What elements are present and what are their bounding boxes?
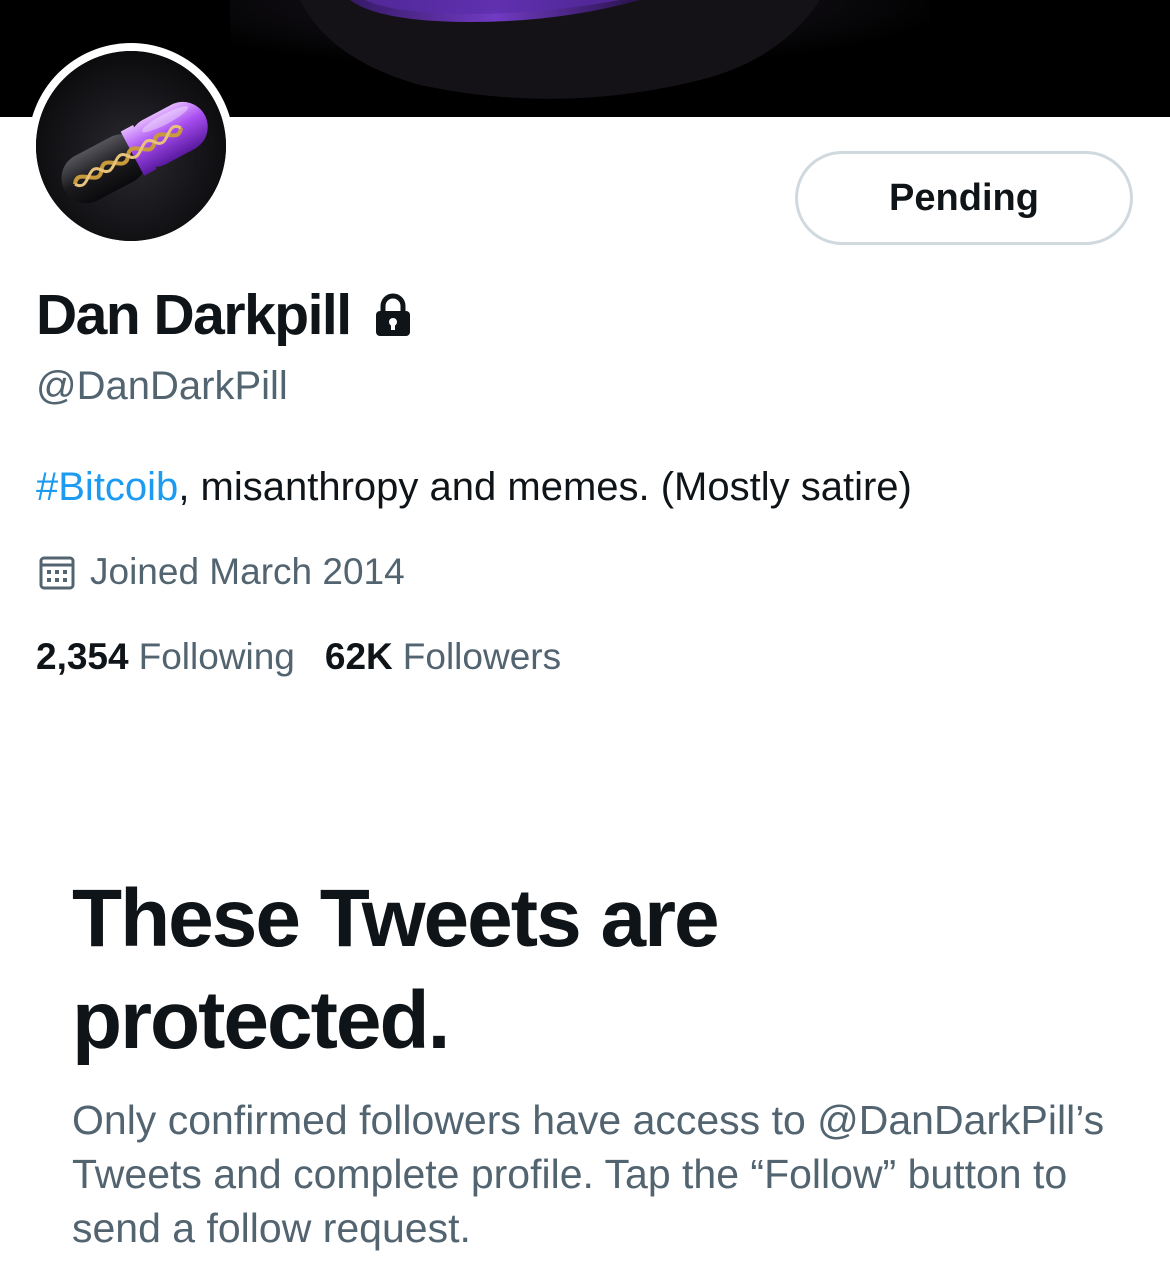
- pending-follow-button[interactable]: Pending: [795, 151, 1133, 245]
- joined-date-row: Joined March 2014: [38, 549, 405, 595]
- protected-notice-description: Only confirmed followers have access to …: [72, 1097, 1105, 1251]
- follow-stats: 2,354 Following 62K Followers: [36, 634, 561, 680]
- pending-button-label: Pending: [889, 176, 1039, 219]
- followers-count: 62K: [324, 636, 393, 677]
- avatar-pill-image: [36, 51, 226, 241]
- avatar[interactable]: [28, 43, 234, 249]
- following-stat-link[interactable]: 2,354 Following: [36, 636, 295, 678]
- profile-bio: #Bitcoib, misanthropy and memes. (Mostly…: [36, 465, 912, 510]
- following-label: Following: [138, 636, 295, 677]
- profile-name-row: Dan Darkpill: [36, 280, 413, 350]
- calendar-icon: [38, 553, 76, 591]
- joined-date-text: Joined March 2014: [90, 551, 405, 592]
- bio-hashtag-link[interactable]: #Bitcoib: [36, 465, 178, 509]
- display-name: Dan Darkpill: [36, 283, 352, 347]
- following-count: 2,354: [36, 636, 129, 677]
- profile-handle: @DanDarkPill: [36, 364, 288, 408]
- bio-text: , misanthropy and memes. (Mostly satire): [178, 465, 912, 509]
- protected-notice-title: These Tweets are protected.: [72, 873, 720, 1066]
- followers-stat-link[interactable]: 62K Followers: [325, 636, 561, 678]
- followers-label: Followers: [402, 636, 562, 677]
- lock-icon: [373, 293, 413, 337]
